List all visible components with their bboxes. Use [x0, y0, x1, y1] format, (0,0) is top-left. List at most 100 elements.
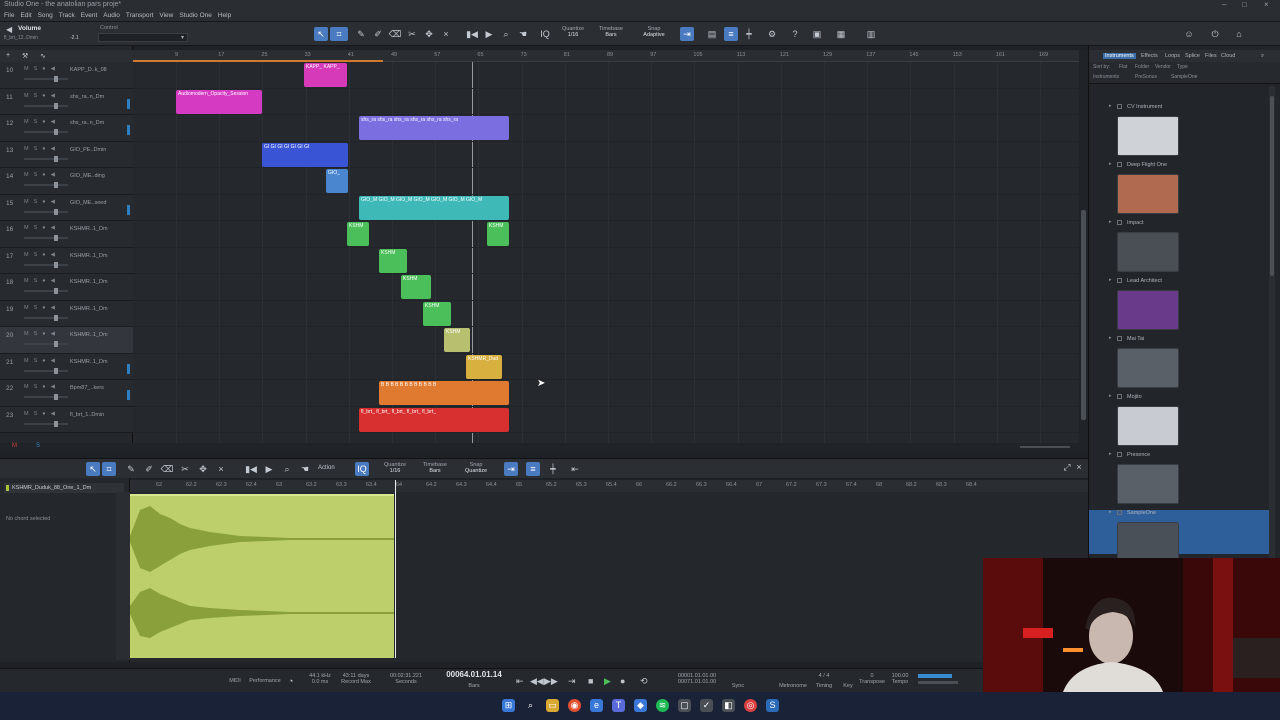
editor-iq-icon[interactable]: IQ — [355, 462, 369, 476]
expand-icon[interactable]: ▸ — [1109, 161, 1112, 167]
audio-clip[interactable]: KSHM — [423, 301, 451, 326]
track-volume-fader[interactable] — [24, 341, 68, 347]
filter-flat[interactable]: Flat — [1119, 64, 1127, 70]
track-header[interactable]: 11 MS●◀ shs_ra..n_Dm — [0, 88, 133, 115]
timebase-selector[interactable]: Timebase Bars — [596, 26, 626, 38]
autoscroll-icon[interactable]: ▤ — [705, 27, 719, 41]
instrument-thumbnail[interactable] — [1117, 174, 1179, 214]
track-msr-buttons[interactable]: MS●◀ — [24, 411, 60, 417]
editor-play-icon[interactable]: ▶ — [262, 462, 276, 476]
performance-label[interactable]: Performance — [246, 678, 284, 684]
checkbox-icon[interactable] — [1117, 394, 1122, 399]
checkbox-icon[interactable] — [1117, 104, 1122, 109]
play-icon[interactable]: ▶ — [604, 676, 611, 687]
track-volume-fader[interactable] — [24, 314, 68, 321]
hand-tool-icon[interactable]: ☚ — [516, 27, 530, 41]
track-volume-fader[interactable] — [24, 102, 68, 109]
editor-follow-icon[interactable]: ≡ — [526, 462, 540, 476]
track-volume-fader[interactable] — [24, 420, 68, 427]
terminal-icon[interactable]: ▢ — [678, 699, 691, 712]
tab-effects[interactable]: Effects — [1141, 53, 1158, 59]
filter-folder[interactable]: Folder — [1135, 64, 1149, 70]
menu-track[interactable]: Track — [59, 12, 75, 19]
horizontal-zoom-slider[interactable] — [1020, 446, 1070, 448]
audio-event-waveform[interactable] — [130, 494, 394, 658]
track-lane[interactable] — [133, 274, 1079, 301]
vertical-scrollbar[interactable] — [1079, 50, 1088, 446]
instrument-thumbnail[interactable] — [1117, 290, 1179, 330]
track-lane[interactable] — [133, 354, 1079, 380]
track-msr-buttons[interactable]: MS●◀ — [24, 225, 60, 231]
track-msr-buttons[interactable]: MS●◀ — [24, 384, 60, 390]
audio-clip[interactable]: KAPP_ KAPP_ — [304, 63, 347, 87]
track-lane[interactable] — [133, 115, 1079, 142]
editor-zoom-icon[interactable]: ⌕ — [280, 462, 294, 476]
start-icon[interactable]: ⊞ — [502, 699, 515, 712]
checkbox-icon[interactable] — [1117, 220, 1122, 225]
bend-tool-icon[interactable]: ✥ — [422, 27, 436, 41]
menu-file[interactable]: File — [4, 12, 14, 19]
mute-all-icon[interactable]: M — [12, 443, 17, 449]
instrument-thumbnail[interactable] — [1117, 116, 1179, 156]
split-tool-icon[interactable]: ✂ — [405, 27, 419, 41]
checkbox-icon[interactable] — [1117, 162, 1122, 167]
iq-icon[interactable]: IQ — [538, 27, 552, 41]
tab-cloud[interactable]: Cloud — [1221, 53, 1235, 59]
track-msr-buttons[interactable]: MS●◀ — [24, 119, 60, 125]
track-msr-buttons[interactable]: MS●◀ — [24, 278, 60, 284]
listen-tool-icon[interactable]: ▮◀ — [465, 27, 479, 41]
audio-clip[interactable]: KSHMR_Dud — [466, 354, 502, 379]
key-label[interactable]: Key — [843, 683, 852, 689]
power-icon[interactable]: ⏻ — [1208, 27, 1222, 41]
track-msr-buttons[interactable]: MS●◀ — [24, 146, 60, 152]
loop-end[interactable]: 00071.01.01.00 — [678, 679, 716, 685]
spotify-icon[interactable]: ≋ — [656, 699, 669, 712]
track-name[interactable]: KSHMR..1_Dm — [70, 306, 128, 312]
marker-icon[interactable]: ┿ — [742, 27, 756, 41]
track-header[interactable]: 18 MS●◀ KSHMR..1_Dm — [0, 274, 133, 301]
track-msr-buttons[interactable]: MS●◀ — [24, 331, 60, 337]
track-name[interactable]: KAPP_D..k_08 — [70, 67, 128, 73]
editor-timebase-selector[interactable]: Timebase Bars — [420, 462, 450, 474]
timing-label[interactable]: Timing — [816, 683, 832, 689]
browser-item[interactable]: ▸ CV Instrument — [1089, 103, 1269, 116]
track-lane[interactable] — [133, 168, 1079, 195]
menu-help[interactable]: Help — [218, 12, 231, 19]
track-lane[interactable] — [133, 327, 1079, 354]
menu-event[interactable]: Event — [81, 12, 98, 19]
browser-search-icon[interactable]: ⌕ — [1261, 53, 1264, 60]
track-header[interactable]: 22 MS●◀ Bpm87_..kers — [0, 380, 133, 407]
position-display[interactable]: 00064.01.01.14 — [446, 670, 502, 679]
audio-clip[interactable]: Audiomodern_Opacity_Session — [176, 89, 262, 114]
add-track-icon[interactable]: + — [6, 52, 10, 59]
track-name[interactable]: Bpm87_..kers — [70, 385, 128, 391]
track-lane[interactable] — [133, 301, 1079, 327]
track-name[interactable]: KSHMR..1_Dm — [70, 359, 128, 365]
track-msr-buttons[interactable]: MS●◀ — [24, 172, 60, 178]
browser-item[interactable]: ▸ Deep Flight One — [1089, 161, 1269, 174]
instrument-thumbnail[interactable] — [1117, 348, 1179, 388]
expand-icon[interactable]: ▸ — [1109, 277, 1112, 283]
expand-icon[interactable]: ▸ — [1109, 509, 1112, 515]
browser-item[interactable]: ▸ Mojito — [1089, 393, 1269, 406]
editor-snap-toggle-icon[interactable]: ⇥ — [504, 462, 518, 476]
track-name[interactable]: GIO_ME..seed — [70, 200, 128, 206]
track-header[interactable]: 20 MS●◀ KSHMR..1_Dm — [0, 327, 133, 354]
settings-icon[interactable]: ⚙ — [765, 27, 779, 41]
tab-instruments[interactable]: Instruments — [1103, 53, 1136, 59]
mute-tool-icon[interactable]: × — [439, 27, 453, 41]
audio-clip[interactable]: GIO_ — [326, 169, 348, 193]
stop-icon[interactable]: ■ — [588, 676, 593, 686]
tab-loops[interactable]: Loops — [1165, 53, 1180, 59]
expand-icon[interactable]: ▸ — [1109, 103, 1112, 109]
instrument-thumbnail[interactable] — [1117, 464, 1179, 504]
editor-bend-icon[interactable]: ✥ — [196, 462, 210, 476]
tab-files[interactable]: Files — [1205, 53, 1217, 59]
track-header[interactable]: 10 MS●◀ KAPP_D..k_08 — [0, 62, 133, 89]
track-name[interactable]: GIO_PE..Dmin — [70, 147, 128, 153]
breadcrumb-sampleone[interactable]: SampleOne — [1171, 74, 1197, 80]
audio-clip[interactable]: KSHM — [379, 248, 407, 273]
search-icon[interactable]: ⌕ — [524, 699, 537, 712]
edge-icon[interactable]: e — [590, 699, 603, 712]
metronome-knob-icon[interactable]: ◔ — [288, 676, 293, 686]
